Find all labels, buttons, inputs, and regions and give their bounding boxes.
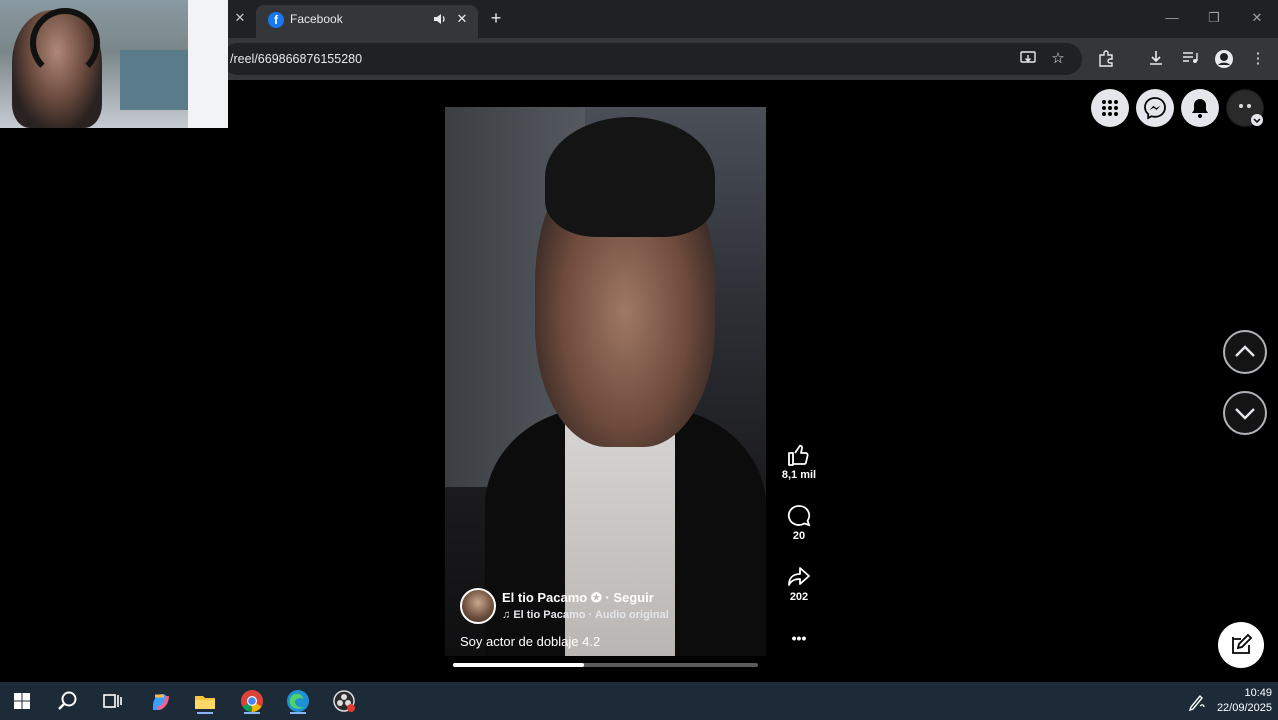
- video-progress-bar[interactable]: [453, 663, 758, 667]
- messenger-button[interactable]: [1136, 89, 1174, 127]
- clock-time: 10:49: [1244, 687, 1272, 699]
- extensions-icon[interactable]: [1096, 49, 1116, 69]
- task-view-icon[interactable]: [99, 688, 125, 714]
- comment-button[interactable]: 20: [778, 504, 820, 542]
- comment-count: 20: [792, 530, 806, 542]
- media-controls-icon[interactable]: [1180, 49, 1200, 69]
- new-tab-button[interactable]: +: [486, 8, 506, 28]
- facebook-icon: f: [268, 12, 284, 28]
- obs-recorder-icon[interactable]: [331, 688, 357, 714]
- like-count: 8,1 mil: [781, 469, 817, 481]
- video-progress-fill: [453, 663, 585, 667]
- compose-icon: [1232, 633, 1253, 654]
- minimize-icon[interactable]: —: [1160, 8, 1184, 28]
- edge-icon[interactable]: [285, 688, 311, 714]
- messenger-icon: [1144, 97, 1166, 120]
- next-reel-button[interactable]: [1223, 391, 1267, 435]
- reel-video[interactable]: [445, 107, 766, 656]
- share-count: 202: [789, 591, 809, 603]
- tab-title: Facebook: [290, 12, 343, 26]
- downloads-icon[interactable]: [1146, 49, 1166, 69]
- clock-date: 22/09/2025: [1216, 702, 1272, 714]
- audio-label[interactable]: El tio Pacamo · Audio original: [513, 609, 668, 621]
- search-icon[interactable]: [55, 688, 81, 714]
- verified-icon: ✪: [590, 590, 606, 605]
- comment-icon: [787, 505, 811, 527]
- reel-author: El tio Pacamo ✪ · Seguir ♫ El tio Pacamo…: [460, 588, 760, 628]
- more-options-button[interactable]: •••: [778, 628, 820, 646]
- chevron-down-icon: [1235, 408, 1255, 420]
- windows-start-icon[interactable]: [9, 688, 35, 714]
- restore-icon[interactable]: ❐: [1202, 8, 1226, 28]
- speaker-icon[interactable]: [432, 11, 448, 27]
- profile-avatar-icon[interactable]: [1214, 49, 1234, 69]
- menu-grid-button[interactable]: [1091, 89, 1129, 127]
- author-name[interactable]: El tio Pacamo: [502, 590, 587, 605]
- music-note-icon: ♫: [502, 609, 514, 621]
- pen-menu-icon[interactable]: [1184, 688, 1210, 714]
- headset-icon: [30, 8, 100, 78]
- chrome-menu-icon[interactable]: ⋮: [1248, 49, 1268, 69]
- webcam-overlay: [0, 0, 228, 128]
- file-explorer-icon[interactable]: [192, 688, 218, 714]
- follow-button[interactable]: · Seguir: [605, 590, 653, 605]
- copilot-icon[interactable]: [147, 688, 173, 714]
- share-icon: [788, 567, 810, 586]
- share-button[interactable]: 202: [778, 565, 820, 603]
- bookmark-star-icon[interactable]: ☆: [1048, 49, 1068, 69]
- close-tab-icon[interactable]: ✕: [454, 11, 470, 27]
- bell-icon: [1192, 99, 1208, 118]
- like-button[interactable]: 8,1 mil: [778, 443, 820, 481]
- address-bar[interactable]: /reel/669866876155280 ☆: [222, 43, 1082, 75]
- profile-photo-icon: [1227, 90, 1263, 126]
- chrome-icon[interactable]: [239, 688, 265, 714]
- install-app-icon[interactable]: [1018, 49, 1038, 69]
- avatar[interactable]: [460, 588, 496, 624]
- taskbar-clock[interactable]: 10:49 22/09/2025: [1210, 686, 1272, 716]
- grid-icon: [1102, 100, 1118, 116]
- close-window-icon[interactable]: ✕: [1245, 8, 1269, 28]
- reel-caption: Soy actor de doblaje 4.2: [460, 634, 601, 649]
- chevron-up-icon: [1235, 345, 1255, 357]
- notifications-button[interactable]: [1181, 89, 1219, 127]
- close-tab-icon[interactable]: ✕: [232, 10, 248, 26]
- url-text: /reel/669866876155280: [230, 52, 363, 66]
- new-message-button[interactable]: [1218, 622, 1264, 668]
- windows-taskbar: 10:49 22/09/2025: [0, 682, 1278, 720]
- tab-facebook[interactable]: f Facebook ✕: [256, 5, 478, 38]
- previous-reel-button[interactable]: [1223, 330, 1267, 374]
- more-icon: •••: [791, 630, 807, 646]
- like-icon: [788, 444, 809, 466]
- account-avatar[interactable]: [1226, 89, 1264, 127]
